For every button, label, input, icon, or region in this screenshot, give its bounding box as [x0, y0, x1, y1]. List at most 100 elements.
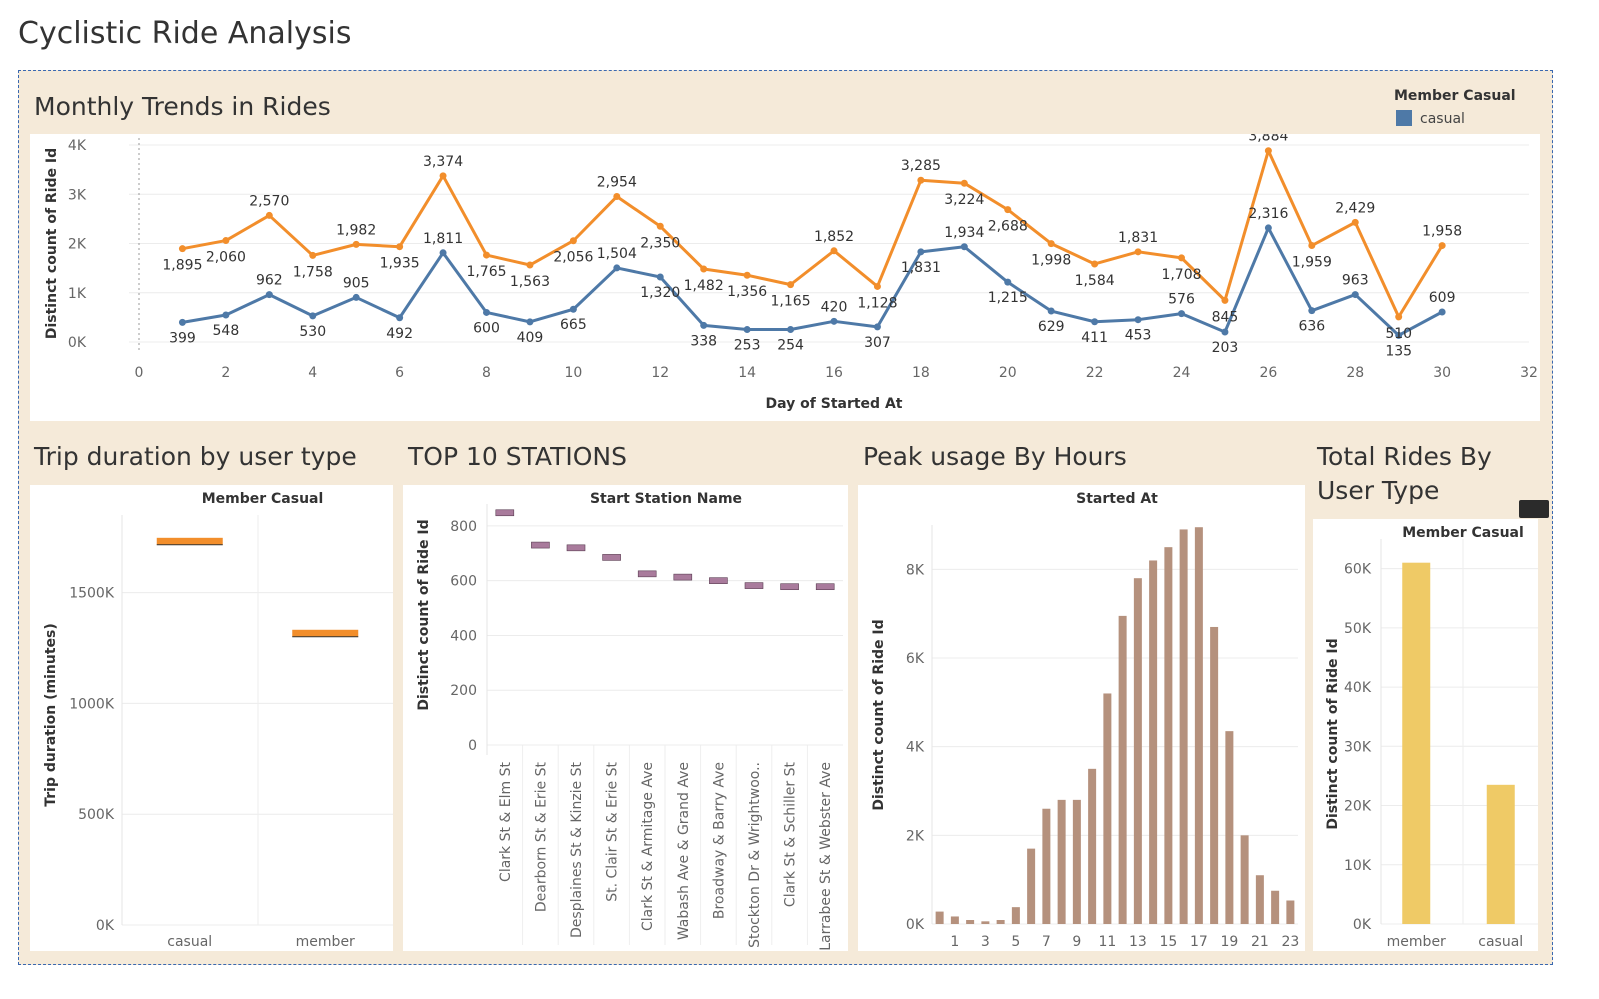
x-tick-label: 6	[395, 365, 404, 381]
x-tick-label: 21	[1251, 934, 1269, 950]
y-tick-label: 2K	[906, 828, 925, 844]
total-rides-chart: Member Casual 0K 10K 20K 30K 40K 50K 60K member c…	[1325, 525, 1538, 950]
station-mark	[744, 582, 764, 589]
data-point-member	[1221, 296, 1229, 304]
data-point-casual	[352, 293, 360, 301]
top-stations-title: TOP 10 STATIONS	[408, 442, 627, 471]
data-point-member	[309, 251, 317, 259]
hour-bar	[1088, 768, 1097, 924]
data-label-casual: 530	[299, 324, 326, 340]
x-tick-label: Wabash Ave & Grand Ave	[676, 762, 692, 940]
data-label-casual: 600	[473, 320, 500, 336]
data-label-member: 2,570	[249, 193, 289, 209]
data-label-member: 1,831	[1118, 230, 1158, 246]
data-point-member	[656, 222, 664, 230]
data-point-casual	[873, 323, 881, 331]
data-point-member	[1047, 240, 1055, 248]
x-tick-label: 11	[1098, 934, 1116, 950]
hour-bar	[1255, 875, 1264, 924]
y-axis-label: Distinct count of Ride Id	[44, 148, 60, 339]
data-label-member: 2,954	[597, 175, 637, 191]
total-rides-title: Total Rides By User Type	[1317, 442, 1492, 505]
data-point-member	[743, 271, 751, 279]
x-tick-label: 8	[482, 365, 491, 381]
hour-bar	[1271, 890, 1280, 924]
data-label-casual: 548	[213, 323, 240, 339]
data-point-member	[396, 243, 404, 251]
data-point-casual	[265, 291, 273, 299]
y-tick-label: 30K	[1344, 739, 1372, 755]
y-tick-label: 0K	[1353, 917, 1372, 933]
data-point-member	[613, 193, 621, 201]
data-label-member: 3,285	[901, 158, 941, 174]
monthly-trends-panel: 0K 1K 2K 3K 4K 0 2 4 6 8 10 12 14 16 18 20 22 24 26 28 30 32 D…	[30, 129, 1540, 421]
data-label-member: 1,708	[1161, 267, 1201, 283]
data-label-member: 1,895	[162, 258, 202, 274]
data-point-member	[222, 237, 230, 245]
legend-item-casual[interactable]: casual	[1396, 110, 1465, 127]
data-label-casual: 1,215	[988, 290, 1028, 306]
y-tick-label: 800	[450, 519, 477, 535]
column-header: Started At	[1076, 491, 1158, 507]
image-thumbnail[interactable]	[1519, 500, 1549, 518]
data-point-casual	[830, 317, 838, 325]
peak-usage-title: Peak usage By Hours	[863, 442, 1127, 471]
data-point-casual	[1221, 328, 1229, 336]
x-tick-label: 9	[1072, 934, 1081, 950]
y-tick-label: 0K	[96, 918, 115, 934]
data-point-casual	[787, 325, 795, 333]
data-point-casual	[960, 243, 968, 251]
y-tick-label: 0K	[68, 335, 87, 351]
x-tick-label: 0	[135, 365, 144, 381]
data-label-member: 3,374	[423, 154, 463, 170]
x-tick-label: 7	[1042, 934, 1051, 950]
x-tick-label: 18	[912, 365, 930, 381]
data-label-member: 1,935	[380, 256, 420, 272]
hour-bar	[1072, 799, 1081, 924]
data-label-member: 1,128	[857, 295, 897, 311]
x-tick-label: 20	[999, 365, 1017, 381]
data-label-casual: 492	[386, 326, 413, 342]
x-tick-label: 10	[564, 365, 582, 381]
data-point-member	[1091, 260, 1099, 268]
data-point-member	[352, 240, 360, 248]
data-label-casual: 962	[256, 273, 283, 289]
y-tick-label: 50K	[1344, 621, 1372, 637]
data-point-casual	[656, 273, 664, 281]
data-point-member	[960, 179, 968, 187]
y-tick-label: 1K	[68, 286, 87, 302]
data-label-casual: 307	[864, 335, 891, 351]
x-tick-label: 23	[1281, 934, 1299, 950]
data-point-casual	[1004, 278, 1012, 286]
y-axis-label: Distinct count of Ride Id	[1325, 638, 1341, 829]
data-point-member	[873, 282, 881, 290]
y-tick-label: 10K	[1344, 858, 1372, 874]
data-label-casual: 254	[777, 337, 804, 353]
x-tick-label: member	[1387, 934, 1446, 950]
top-stations-panel: Start Station Name 0 200 400 600 800 Clark St …	[403, 485, 848, 951]
data-point-casual	[569, 305, 577, 313]
x-tick-label: 19	[1220, 934, 1238, 950]
hour-bar	[1210, 626, 1219, 924]
data-label-member: 1,563	[510, 274, 550, 290]
data-point-member	[1308, 242, 1316, 250]
data-point-member	[483, 251, 490, 259]
y-tick-label: 200	[450, 683, 477, 699]
data-label-member: 1,758	[293, 264, 333, 280]
station-mark	[780, 583, 799, 591]
hour-bar	[996, 920, 1005, 924]
hour-bar	[950, 916, 959, 924]
data-label-casual: 665	[560, 317, 587, 333]
data-point-member	[526, 261, 534, 269]
x-tick-label: 30	[1433, 365, 1451, 381]
x-tick-label: 13	[1129, 934, 1147, 950]
station-mark	[602, 554, 621, 561]
station-mark	[495, 509, 515, 517]
station-mark	[673, 573, 693, 581]
data-point-member	[1351, 218, 1359, 226]
data-point-member	[787, 281, 795, 289]
data-label-member: 1,852	[814, 229, 854, 245]
data-label-member: 2,056	[553, 250, 593, 266]
data-point-member	[1264, 147, 1272, 155]
hour-bar	[1057, 799, 1066, 924]
